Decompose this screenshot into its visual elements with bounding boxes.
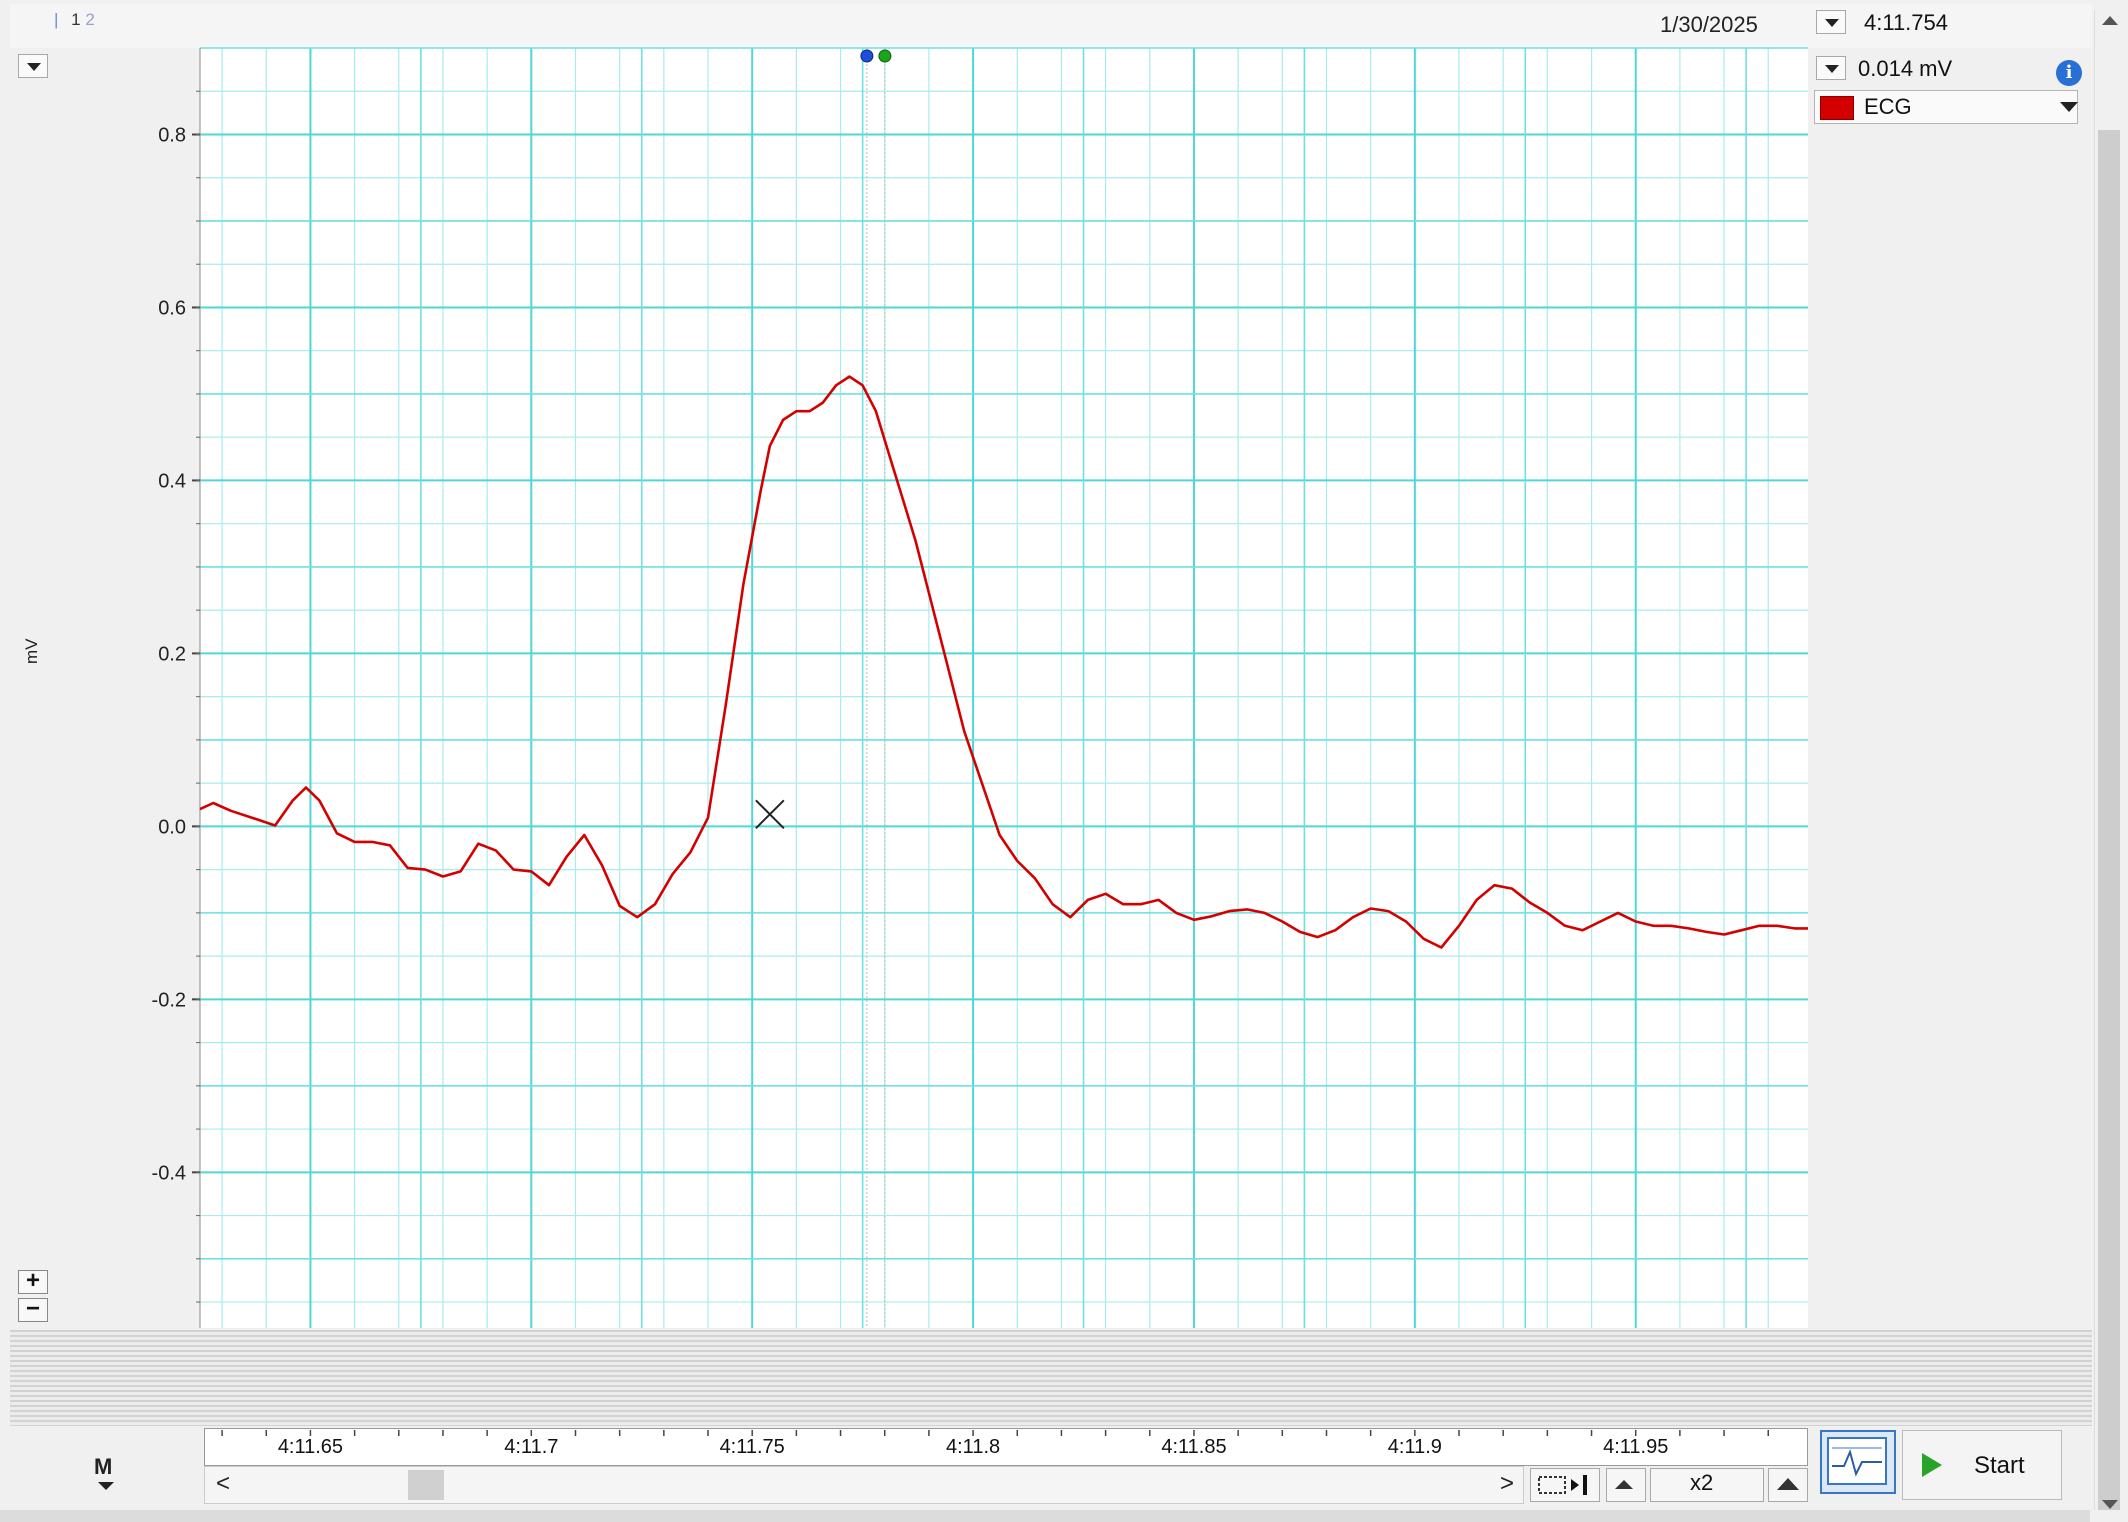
autoscale-icon: [1538, 1475, 1587, 1495]
x-tick-label: 4:11.7: [504, 1436, 559, 1458]
cursor-handle-blue: [860, 49, 874, 63]
y-tick-label: -0.4: [152, 1162, 186, 1184]
x-tick-label: 4:11.65: [277, 1436, 344, 1458]
y-tick-label: 0.0: [158, 816, 186, 838]
y-tick-label: -0.2: [152, 989, 186, 1011]
y-tick-label: 0.8: [158, 124, 186, 146]
divider-strip-right: [1808, 1330, 2092, 1426]
scroll-left-button[interactable]: <: [216, 1470, 230, 1498]
ecg-trace: [199, 375, 1808, 949]
channel-name: ECG: [1864, 94, 1912, 119]
play-icon: [1922, 1453, 1942, 1477]
chevron-down-icon[interactable]: [2060, 102, 2078, 112]
zoom-out-y-button[interactable]: −: [18, 1297, 48, 1322]
y-tick-label: 0.6: [158, 297, 186, 319]
divider-strip: [10, 1330, 1808, 1426]
channel-color-swatch: [1820, 96, 1854, 120]
time-axis: [204, 1428, 1808, 1466]
zoom-in-time-icon: [1777, 1478, 1799, 1490]
vertical-scroll-thumb[interactable]: [2098, 130, 2120, 1510]
scope-view-button[interactable]: [1820, 1430, 1896, 1494]
scroll-right-button[interactable]: >: [1500, 1470, 1514, 1498]
scroll-down-icon[interactable]: [2102, 1500, 2118, 1509]
x-tick-label: 4:11.8: [946, 1436, 1001, 1458]
cursor-value-readout: 0.014 mV: [1858, 56, 1953, 81]
zoom-out-time-icon: [1615, 1480, 1633, 1489]
horizontal-scroll-thumb[interactable]: [408, 1470, 444, 1500]
scale-menu-dropdown[interactable]: [18, 54, 48, 78]
zoom-in-y-button[interactable]: +: [18, 1269, 48, 1294]
y-axis-unit: mV: [22, 638, 41, 665]
marker-arrow-icon: [98, 1482, 114, 1490]
window-bottom-edge: [0, 1510, 2090, 1522]
y-tick-label: 0.4: [158, 470, 186, 492]
start-button-label: Start: [1974, 1452, 2025, 1479]
x-tick-label: 4:11.95: [1603, 1436, 1669, 1458]
channel-panel: [1808, 48, 2092, 1428]
cursor-handle-green: [878, 49, 892, 63]
zoom-level-label: x2: [1690, 1470, 1714, 1495]
scroll-up-icon[interactable]: [2102, 16, 2118, 25]
value-readout-dropdown[interactable]: [1816, 56, 1846, 80]
autoscale-time-button[interactable]: [1530, 1468, 1600, 1502]
x-tick-label: 4:11.9: [1387, 1436, 1442, 1458]
marker-icon[interactable]: M: [94, 1454, 112, 1480]
horizontal-scrollbar[interactable]: [204, 1466, 1524, 1504]
x-tick-label: 4:11.75: [719, 1436, 785, 1458]
info-icon[interactable]: i: [2056, 60, 2082, 86]
scope-view-icon: [1827, 1437, 1887, 1485]
y-tick-label: 0.2: [158, 643, 186, 665]
x-tick-label: 4:11.85: [1161, 1436, 1227, 1458]
